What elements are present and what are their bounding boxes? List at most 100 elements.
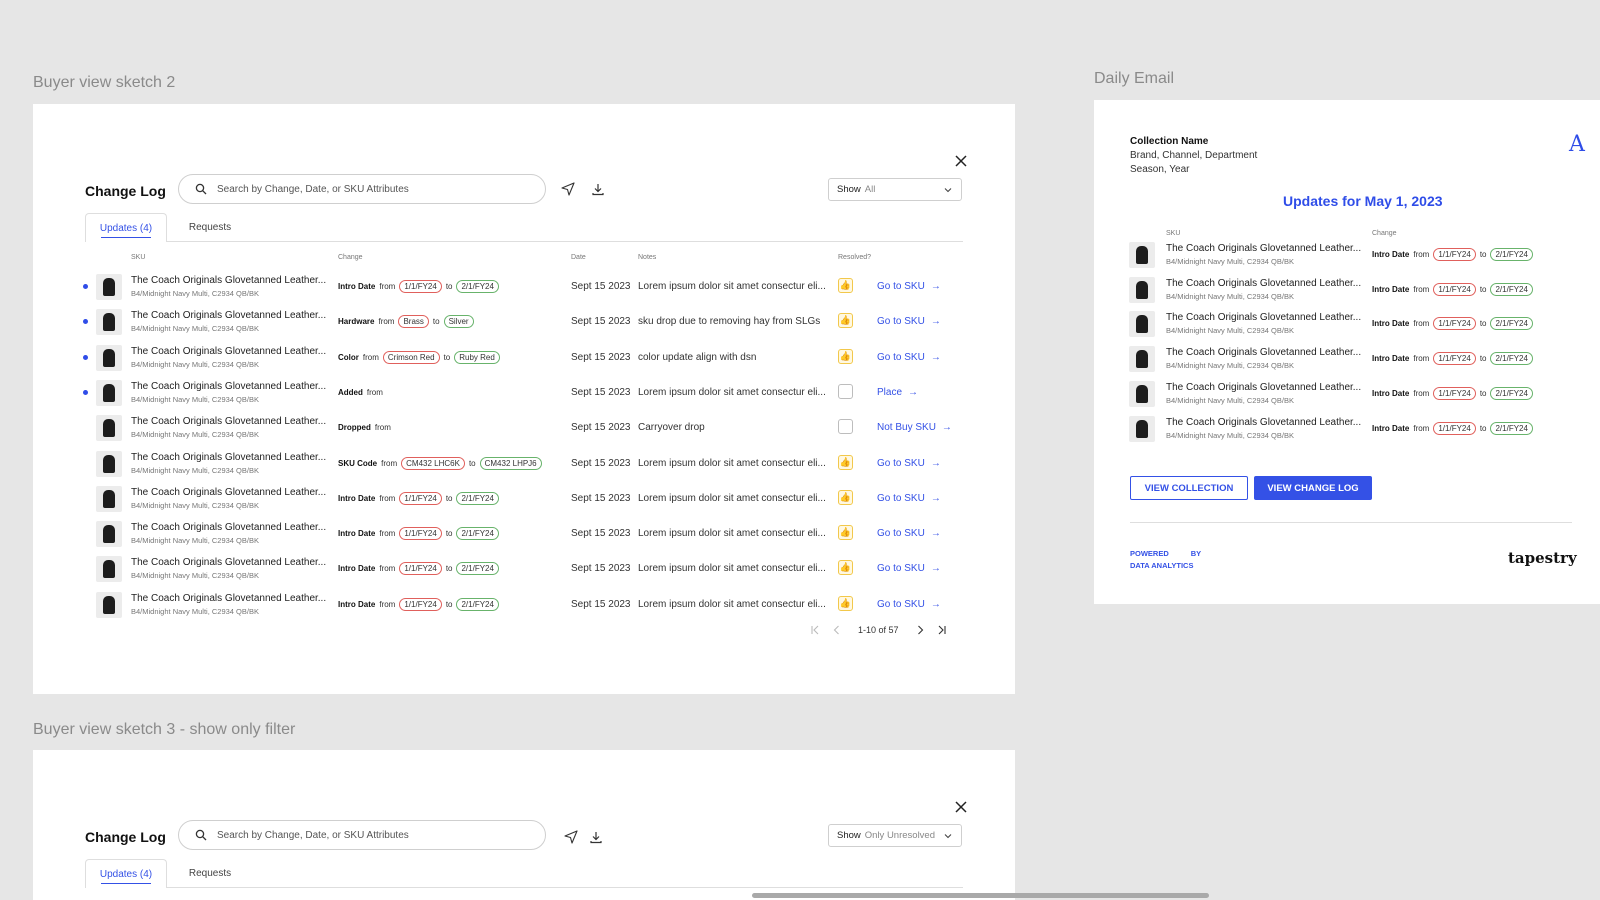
row-action-link[interactable]: Place →	[877, 387, 918, 398]
bag-image	[103, 278, 115, 296]
change-date: Sept 15 2023	[571, 598, 631, 610]
row-action-link[interactable]: Go to SKU →	[877, 352, 941, 363]
tab-updates[interactable]: Updates (4)	[85, 859, 167, 888]
change-cell: Intro Date from 1/1/FY24 to 2/1/FY24	[338, 269, 503, 304]
product-thumbnail	[96, 556, 122, 583]
thumbs-up-icon: 👍	[839, 456, 852, 467]
bag-image	[103, 313, 115, 332]
row-action-link[interactable]: Not Buy SKU →	[877, 422, 952, 433]
sku-details: B4/Midnight Navy Multi, C2934 QB/BK	[131, 571, 259, 581]
row-action-label: Go to SKU	[877, 351, 925, 363]
download-icon	[592, 184, 604, 196]
change-to-word: to	[1479, 423, 1487, 433]
close-icon[interactable]	[955, 801, 967, 813]
row-action-link[interactable]: Go to SKU →	[877, 528, 941, 539]
bag-image	[103, 560, 115, 579]
bag-image	[1136, 350, 1148, 369]
row-action-label: Go to SKU	[877, 528, 925, 540]
row-action-link[interactable]: Go to SKU →	[877, 563, 941, 574]
resolved-checkbox[interactable]	[838, 419, 853, 435]
first-page-button[interactable]	[809, 624, 821, 636]
resolved-checkbox[interactable]: 👍	[838, 313, 853, 329]
row-action-label: Go to SKU	[877, 281, 925, 292]
sku-details: B4/Midnight Navy Multi, C2934 QB/BK	[1166, 430, 1294, 440]
sku-details: B4/Midnight Navy Multi, C2934 QB/BK	[1166, 395, 1294, 405]
unread-dot	[83, 284, 88, 289]
show-filter-select[interactable]: Show All	[828, 178, 962, 201]
change-type: Intro Date	[338, 599, 376, 609]
search-box[interactable]	[178, 820, 546, 850]
change-from-word: from	[1413, 423, 1430, 433]
product-thumbnail	[1129, 346, 1155, 373]
daily-email-frame: Collection Name Brand, Channel, Departme…	[1094, 100, 1600, 604]
search-icon	[195, 183, 207, 195]
tab-updates[interactable]: Updates (4)	[85, 213, 167, 242]
sku-name: The Coach Originals Glovetanned Leather.…	[131, 557, 327, 569]
table-row: The Coach Originals Glovetanned Leather.…	[33, 481, 995, 516]
send-button[interactable]	[563, 829, 579, 845]
resolved-checkbox[interactable]: 👍	[838, 489, 853, 505]
row-action-link[interactable]: Go to SKU →	[877, 316, 941, 327]
change-to-word: to	[443, 352, 451, 362]
sku-name: The Coach Originals Glovetanned Leather.…	[131, 592, 327, 604]
sku-details: B4/Midnight Navy Multi, C2934 QB/BK	[131, 394, 259, 404]
change-note: Lorem ipsum dolor sit amet consectur eli…	[638, 386, 826, 398]
from-value-pill: 1/1/FY24	[399, 527, 442, 541]
change-note: Lorem ipsum dolor sit amet consectur eli…	[638, 528, 826, 540]
table-row: The Coach Originals Glovetanned Leather.…	[33, 340, 995, 375]
row-action-label: Go to SKU	[877, 492, 925, 504]
tab-requests[interactable]: Requests	[169, 859, 251, 887]
search-box[interactable]	[178, 174, 546, 204]
search-input[interactable]	[215, 828, 519, 842]
resolved-checkbox[interactable]: 👍	[838, 278, 853, 293]
email-divider	[1130, 522, 1572, 523]
send-button[interactable]	[560, 181, 576, 197]
change-from-word: from	[1413, 319, 1430, 329]
row-action-link[interactable]: Go to SKU →	[877, 281, 941, 292]
change-type: Intro Date	[338, 529, 376, 539]
email-row: The Coach Originals Glovetanned Leather.…	[1094, 237, 1591, 272]
from-value-pill: 1/1/FY24	[1433, 352, 1476, 366]
tapestry-logo: tapestry	[1508, 549, 1577, 567]
last-page-button[interactable]	[936, 624, 948, 636]
change-from-word: from	[362, 352, 379, 362]
row-action-link[interactable]: Go to SKU →	[877, 458, 941, 469]
change-type: Intro Date	[1372, 284, 1410, 294]
row-action-link[interactable]: Go to SKU →	[877, 599, 941, 610]
tab-requests[interactable]: Requests	[169, 213, 251, 241]
change-type: Intro Date	[338, 282, 376, 291]
change-log-frame: Change Log Show All Updates (4) Requests…	[33, 104, 1015, 694]
change-to-word: to	[432, 317, 440, 327]
sku-name: The Coach Originals Glovetanned Leather.…	[131, 275, 327, 286]
change-to-word: to	[1479, 284, 1487, 294]
row-action-link[interactable]: Go to SKU →	[877, 493, 941, 504]
download-button[interactable]	[588, 829, 604, 845]
change-to-word: to	[445, 599, 453, 609]
change-date: Sept 15 2023	[571, 457, 631, 469]
resolved-checkbox[interactable]: 👍	[838, 525, 853, 541]
sku-name: The Coach Originals Glovetanned Leather.…	[1166, 312, 1362, 324]
view-collection-button[interactable]: VIEW COLLECTION	[1130, 476, 1248, 500]
search-input[interactable]	[215, 182, 519, 196]
resolved-checkbox[interactable]: 👍	[838, 348, 853, 364]
from-value-pill: 1/1/FY24	[1433, 317, 1476, 331]
sku-name: The Coach Originals Glovetanned Leather.…	[1166, 381, 1362, 393]
download-button[interactable]	[590, 181, 606, 197]
prev-page-button[interactable]	[831, 624, 843, 636]
show-filter-select[interactable]: Show Only Unresolved	[828, 824, 962, 847]
resolved-checkbox[interactable]: 👍	[838, 454, 853, 470]
next-page-button[interactable]	[914, 624, 926, 636]
resolved-checkbox[interactable]: 👍	[838, 595, 853, 611]
resolved-checkbox[interactable]	[838, 383, 853, 399]
sku-name: The Coach Originals Glovetanned Leather.…	[1166, 243, 1362, 254]
from-value-pill: 1/1/FY24	[1433, 282, 1476, 296]
horizontal-scrollbar[interactable]	[752, 893, 1209, 898]
close-icon[interactable]	[955, 155, 967, 167]
arrow-right-icon: →	[941, 422, 952, 434]
change-cell: Intro Date from 1/1/FY24 to 2/1/FY24	[338, 551, 503, 586]
row-action-label: Not Buy SKU	[877, 422, 936, 434]
arrow-right-icon: →	[930, 316, 941, 328]
sku-name: The Coach Originals Glovetanned Leather.…	[1166, 277, 1362, 289]
resolved-checkbox[interactable]: 👍	[838, 560, 853, 576]
view-change-log-button[interactable]: VIEW CHANGE LOG	[1254, 476, 1372, 500]
